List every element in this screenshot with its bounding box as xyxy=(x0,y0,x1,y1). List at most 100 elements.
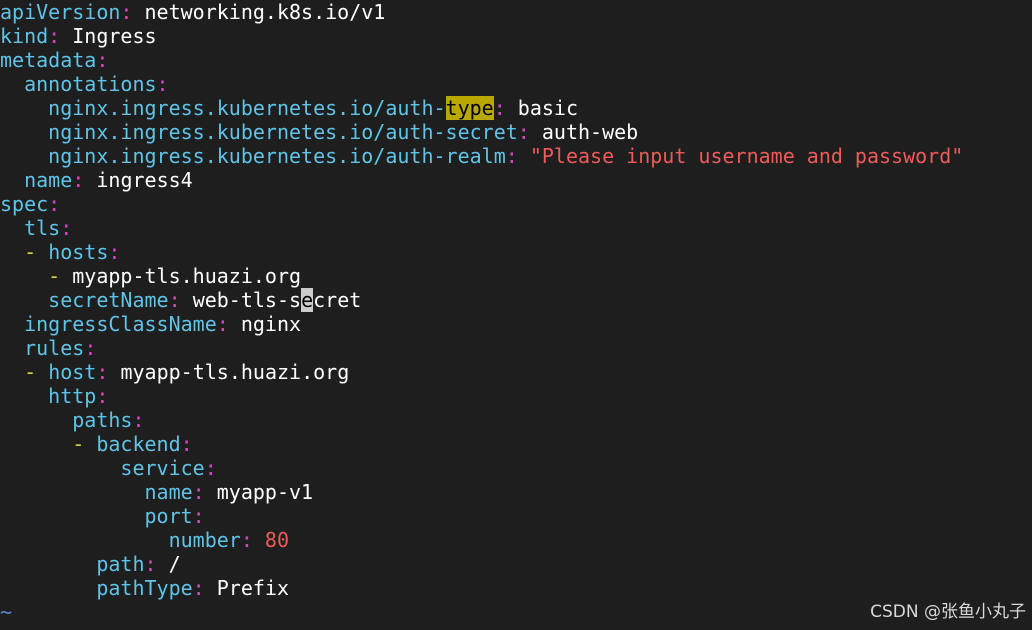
colon: : xyxy=(144,552,157,576)
tilde-marker: ~ xyxy=(0,600,13,624)
yaml-key: nginx.ingress.kubernetes.io/auth- xyxy=(48,96,446,120)
list-dash: - xyxy=(72,432,97,456)
colon: : xyxy=(132,408,145,432)
list-dash: - xyxy=(24,240,49,264)
colon: : xyxy=(192,504,205,528)
colon: : xyxy=(96,360,109,384)
code-line: secretName: web-tls-secret xyxy=(0,288,1032,312)
yaml-key: pathType xyxy=(96,576,193,600)
colon: : xyxy=(96,384,109,408)
colon: : xyxy=(192,480,205,504)
code-line: nginx.ingress.kubernetes.io/auth-secret:… xyxy=(0,120,1032,144)
yaml-key: hosts xyxy=(48,240,109,264)
yaml-key: kind xyxy=(0,24,49,48)
colon: : xyxy=(168,288,181,312)
colon: : xyxy=(108,240,121,264)
yaml-value: auth-web xyxy=(541,120,639,144)
yaml-key: spec xyxy=(0,192,49,216)
yaml-key: host xyxy=(48,360,97,384)
yaml-key: paths xyxy=(72,408,133,432)
colon: : xyxy=(120,0,133,24)
code-line: nginx.ingress.kubernetes.io/auth-type: b… xyxy=(0,96,1032,120)
colon: : xyxy=(505,144,518,168)
yaml-value: myapp-tls.huazi.org xyxy=(72,264,302,288)
code-line: name: ingress4 xyxy=(0,168,1032,192)
colon: : xyxy=(48,24,61,48)
colon: : xyxy=(48,192,61,216)
yaml-value: basic xyxy=(517,96,579,120)
yaml-key: nginx.ingress.kubernetes.io/auth-realm xyxy=(48,144,506,168)
yaml-key: path xyxy=(96,552,145,576)
yaml-value: web-tls-s xyxy=(192,288,302,312)
yaml-key: service xyxy=(120,456,205,480)
code-line: - myapp-tls.huazi.org xyxy=(0,264,1032,288)
list-dash: - xyxy=(48,264,73,288)
yaml-value: Ingress xyxy=(72,24,157,48)
colon: : xyxy=(180,432,193,456)
code-line: number: 80 xyxy=(0,528,1032,552)
colon: : xyxy=(216,312,229,336)
yaml-key: apiVersion xyxy=(0,0,121,24)
code-line: nginx.ingress.kubernetes.io/auth-realm: … xyxy=(0,144,1032,168)
code-line: spec: xyxy=(0,192,1032,216)
colon: : xyxy=(96,48,109,72)
code-line: paths: xyxy=(0,408,1032,432)
colon: : xyxy=(60,216,73,240)
code-line: http: xyxy=(0,384,1032,408)
colon: : xyxy=(517,120,530,144)
colon: : xyxy=(204,456,217,480)
list-dash: - xyxy=(24,360,49,384)
code-line: port: xyxy=(0,504,1032,528)
code-line: metadata: xyxy=(0,48,1032,72)
yaml-key: tls xyxy=(24,216,61,240)
yaml-key: name xyxy=(24,168,73,192)
yaml-key: annotations xyxy=(24,72,157,96)
yaml-key: ingressClassName xyxy=(24,312,217,336)
watermark: CSDN @张鱼小丸子 xyxy=(870,602,1026,622)
yaml-key: backend xyxy=(96,432,181,456)
code-line: rules: xyxy=(0,336,1032,360)
yaml-value: Prefix xyxy=(216,576,289,600)
code-line: - backend: xyxy=(0,432,1032,456)
code-line: annotations: xyxy=(0,72,1032,96)
code-line: path: / xyxy=(0,552,1032,576)
code-line: kind: Ingress xyxy=(0,24,1032,48)
yaml-value: networking.k8s.io/v1 xyxy=(144,0,386,24)
code-line: tls: xyxy=(0,216,1032,240)
yaml-key: name xyxy=(144,480,193,504)
yaml-key: nginx.ingress.kubernetes.io/auth-secret xyxy=(48,120,518,144)
code-line: - hosts: xyxy=(0,240,1032,264)
yaml-value: ingress4 xyxy=(96,168,193,192)
yaml-number-value: 80 xyxy=(264,528,290,552)
yaml-key: port xyxy=(144,504,193,528)
yaml-value: cret xyxy=(313,288,362,312)
yaml-key: http xyxy=(48,384,97,408)
yaml-key: metadata xyxy=(0,48,97,72)
yaml-value: myapp-v1 xyxy=(216,480,314,504)
yaml-value: myapp-tls.huazi.org xyxy=(120,360,350,384)
yaml-value: / xyxy=(168,552,181,576)
colon: : xyxy=(84,336,97,360)
code-line: - host: myapp-tls.huazi.org xyxy=(0,360,1032,384)
yaml-editor[interactable]: apiVersion: networking.k8s.io/v1 kind: I… xyxy=(0,0,1032,624)
yaml-key: rules xyxy=(24,336,85,360)
colon: : xyxy=(192,576,205,600)
yaml-key: number xyxy=(168,528,241,552)
code-line: service: xyxy=(0,456,1032,480)
colon: : xyxy=(72,168,85,192)
